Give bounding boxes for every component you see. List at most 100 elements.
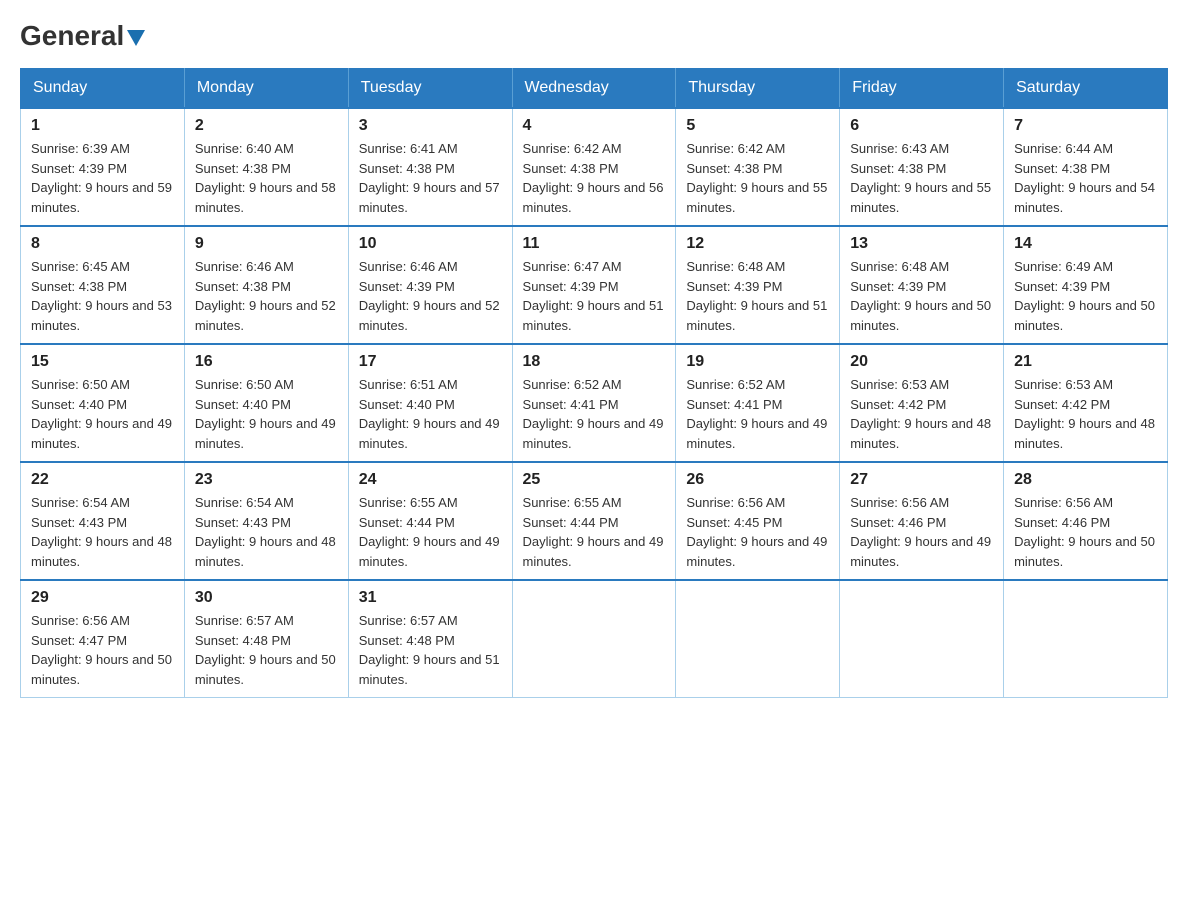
calendar-cell: 13Sunrise: 6:48 AMSunset: 4:39 PMDayligh…: [840, 226, 1004, 344]
day-info: Sunrise: 6:40 AMSunset: 4:38 PMDaylight:…: [195, 139, 338, 217]
day-number: 13: [850, 235, 993, 253]
header-friday: Friday: [840, 69, 1004, 109]
day-info: Sunrise: 6:46 AMSunset: 4:39 PMDaylight:…: [359, 257, 502, 335]
calendar-cell: 21Sunrise: 6:53 AMSunset: 4:42 PMDayligh…: [1004, 344, 1168, 462]
header-sunday: Sunday: [21, 69, 185, 109]
day-number: 22: [31, 471, 174, 489]
calendar-cell: 30 Sunrise: 6:57 AMSunset: 4:48 PMDayligh…: [184, 580, 348, 698]
day-info: Sunrise: 6:47 AMSunset: 4:39 PMDaylight:…: [523, 257, 666, 335]
day-number: 1: [31, 117, 174, 135]
day-number: 28: [1014, 471, 1157, 489]
day-info: Sunrise: 6:56 AMSunset: 4:46 PMDaylight:…: [850, 493, 993, 571]
calendar-week-row: 8 Sunrise: 6:45 AMSunset: 4:38 PMDaylight…: [21, 226, 1168, 344]
day-info: Sunrise: 6:50 AMSunset: 4:40 PMDaylight:…: [195, 375, 338, 453]
day-number: 18: [523, 353, 666, 371]
day-number: 7: [1014, 117, 1157, 135]
day-number: 5: [686, 117, 829, 135]
calendar-cell: 6 Sunrise: 6:43 AMSunset: 4:38 PMDaylight…: [840, 108, 1004, 226]
day-info: Sunrise: 6:44 AMSunset: 4:38 PMDaylight:…: [1014, 139, 1157, 217]
header-tuesday: Tuesday: [348, 69, 512, 109]
day-number: 16: [195, 353, 338, 371]
day-number: 6: [850, 117, 993, 135]
calendar-cell: 29 Sunrise: 6:56 AMSunset: 4:47 PMDayligh…: [21, 580, 185, 698]
logo-arrow-icon: [127, 30, 145, 46]
calendar-cell: 17 Sunrise: 6:51 AMSunset: 4:40 PMDayligh…: [348, 344, 512, 462]
day-number: 3: [359, 117, 502, 135]
day-info: Sunrise: 6:54 AMSunset: 4:43 PMDaylight:…: [31, 493, 174, 571]
calendar-cell: 2Sunrise: 6:40 AMSunset: 4:38 PMDaylight…: [184, 108, 348, 226]
calendar-cell: 1 Sunrise: 6:39 AMSunset: 4:39 PMDaylight…: [21, 108, 185, 226]
day-number: 11: [523, 235, 666, 253]
calendar-cell: 3 Sunrise: 6:41 AMSunset: 4:38 PMDaylight…: [348, 108, 512, 226]
day-info: Sunrise: 6:39 AMSunset: 4:39 PMDaylight:…: [31, 139, 174, 217]
day-number: 25: [523, 471, 666, 489]
calendar-cell: 10 Sunrise: 6:46 AMSunset: 4:39 PMDayligh…: [348, 226, 512, 344]
calendar-cell: 26 Sunrise: 6:56 AMSunset: 4:45 PMDayligh…: [676, 462, 840, 580]
calendar-cell: [512, 580, 676, 698]
day-number: 21: [1014, 353, 1157, 371]
day-number: 20: [850, 353, 993, 371]
day-number: 27: [850, 471, 993, 489]
day-info: Sunrise: 6:45 AMSunset: 4:38 PMDaylight:…: [31, 257, 174, 335]
day-info: Sunrise: 6:57 AMSunset: 4:48 PMDaylight:…: [195, 611, 338, 689]
calendar-week-row: 15Sunrise: 6:50 AMSunset: 4:40 PMDayligh…: [21, 344, 1168, 462]
calendar-header-row: SundayMondayTuesdayWednesdayThursdayFrid…: [21, 69, 1168, 109]
logo-general-text: General: [20, 20, 124, 52]
day-number: 8: [31, 235, 174, 253]
calendar-week-row: 29 Sunrise: 6:56 AMSunset: 4:47 PMDayligh…: [21, 580, 1168, 698]
calendar-cell: 8 Sunrise: 6:45 AMSunset: 4:38 PMDaylight…: [21, 226, 185, 344]
calendar-table: SundayMondayTuesdayWednesdayThursdayFrid…: [20, 68, 1168, 698]
calendar-cell: [676, 580, 840, 698]
calendar-week-row: 22 Sunrise: 6:54 AMSunset: 4:43 PMDayligh…: [21, 462, 1168, 580]
calendar-cell: 25 Sunrise: 6:55 AMSunset: 4:44 PMDayligh…: [512, 462, 676, 580]
day-number: 30: [195, 589, 338, 607]
day-info: Sunrise: 6:57 AMSunset: 4:48 PMDaylight:…: [359, 611, 502, 689]
calendar-cell: 23Sunrise: 6:54 AMSunset: 4:43 PMDayligh…: [184, 462, 348, 580]
calendar-cell: 14 Sunrise: 6:49 AMSunset: 4:39 PMDayligh…: [1004, 226, 1168, 344]
calendar-cell: 7 Sunrise: 6:44 AMSunset: 4:38 PMDaylight…: [1004, 108, 1168, 226]
day-info: Sunrise: 6:53 AMSunset: 4:42 PMDaylight:…: [850, 375, 993, 453]
calendar-cell: 20 Sunrise: 6:53 AMSunset: 4:42 PMDayligh…: [840, 344, 1004, 462]
day-info: Sunrise: 6:43 AMSunset: 4:38 PMDaylight:…: [850, 139, 993, 217]
day-info: Sunrise: 6:49 AMSunset: 4:39 PMDaylight:…: [1014, 257, 1157, 335]
calendar-cell: 19Sunrise: 6:52 AMSunset: 4:41 PMDayligh…: [676, 344, 840, 462]
day-info: Sunrise: 6:51 AMSunset: 4:40 PMDaylight:…: [359, 375, 502, 453]
calendar-cell: 18 Sunrise: 6:52 AMSunset: 4:41 PMDayligh…: [512, 344, 676, 462]
calendar-cell: 28 Sunrise: 6:56 AMSunset: 4:46 PMDayligh…: [1004, 462, 1168, 580]
day-number: 9: [195, 235, 338, 253]
day-number: 4: [523, 117, 666, 135]
calendar-cell: 4 Sunrise: 6:42 AMSunset: 4:38 PMDaylight…: [512, 108, 676, 226]
header-monday: Monday: [184, 69, 348, 109]
day-info: Sunrise: 6:42 AMSunset: 4:38 PMDaylight:…: [686, 139, 829, 217]
calendar-cell: 16 Sunrise: 6:50 AMSunset: 4:40 PMDayligh…: [184, 344, 348, 462]
day-info: Sunrise: 6:42 AMSunset: 4:38 PMDaylight:…: [523, 139, 666, 217]
calendar-cell: 11 Sunrise: 6:47 AMSunset: 4:39 PMDayligh…: [512, 226, 676, 344]
calendar-cell: 31 Sunrise: 6:57 AMSunset: 4:48 PMDayligh…: [348, 580, 512, 698]
day-number: 14: [1014, 235, 1157, 253]
calendar-cell: 24Sunrise: 6:55 AMSunset: 4:44 PMDayligh…: [348, 462, 512, 580]
day-number: 17: [359, 353, 502, 371]
calendar-cell: 12Sunrise: 6:48 AMSunset: 4:39 PMDayligh…: [676, 226, 840, 344]
calendar-week-row: 1 Sunrise: 6:39 AMSunset: 4:39 PMDaylight…: [21, 108, 1168, 226]
day-info: Sunrise: 6:50 AMSunset: 4:40 PMDaylight:…: [31, 375, 174, 453]
calendar-cell: 5 Sunrise: 6:42 AMSunset: 4:38 PMDaylight…: [676, 108, 840, 226]
header-wednesday: Wednesday: [512, 69, 676, 109]
day-number: 26: [686, 471, 829, 489]
day-number: 29: [31, 589, 174, 607]
calendar-cell: [1004, 580, 1168, 698]
day-info: Sunrise: 6:41 AMSunset: 4:38 PMDaylight:…: [359, 139, 502, 217]
day-number: 12: [686, 235, 829, 253]
day-number: 31: [359, 589, 502, 607]
calendar-cell: 22 Sunrise: 6:54 AMSunset: 4:43 PMDayligh…: [21, 462, 185, 580]
day-info: Sunrise: 6:56 AMSunset: 4:47 PMDaylight:…: [31, 611, 174, 689]
day-info: Sunrise: 6:56 AMSunset: 4:45 PMDaylight:…: [686, 493, 829, 571]
header-thursday: Thursday: [676, 69, 840, 109]
header-saturday: Saturday: [1004, 69, 1168, 109]
day-info: Sunrise: 6:54 AMSunset: 4:43 PMDaylight:…: [195, 493, 338, 571]
day-number: 24: [359, 471, 502, 489]
day-info: Sunrise: 6:56 AMSunset: 4:46 PMDaylight:…: [1014, 493, 1157, 571]
day-number: 10: [359, 235, 502, 253]
day-info: Sunrise: 6:52 AMSunset: 4:41 PMDaylight:…: [523, 375, 666, 453]
day-info: Sunrise: 6:55 AMSunset: 4:44 PMDaylight:…: [523, 493, 666, 571]
calendar-cell: 27 Sunrise: 6:56 AMSunset: 4:46 PMDayligh…: [840, 462, 1004, 580]
